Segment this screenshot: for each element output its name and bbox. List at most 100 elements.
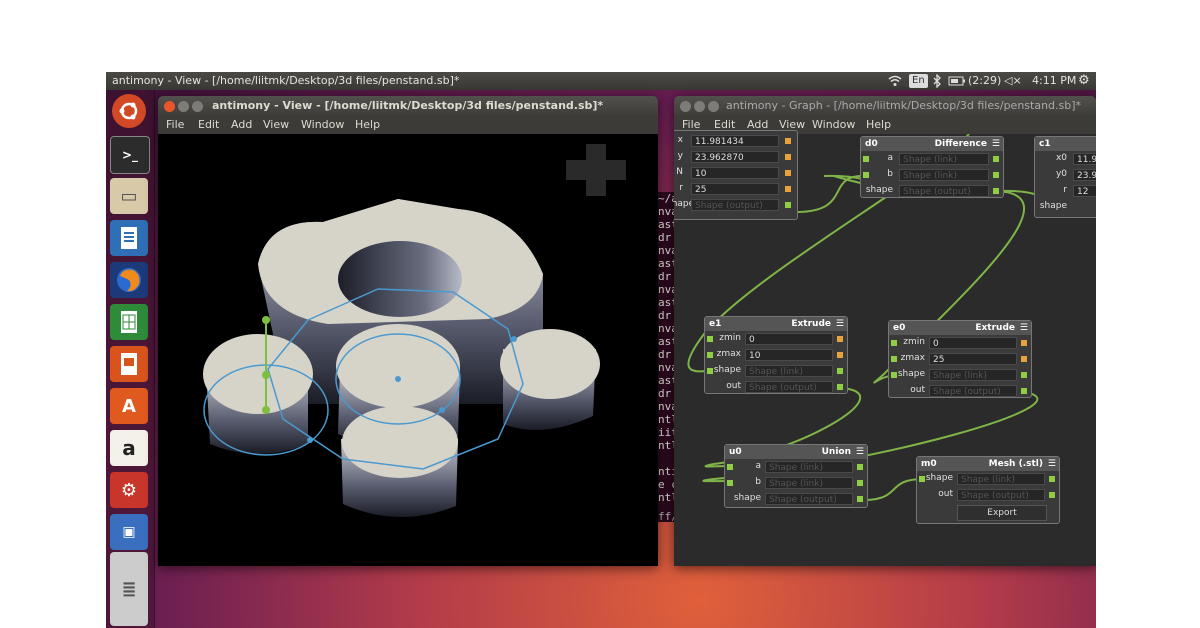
hamburger-menu-icon[interactable]: ☰ (856, 445, 864, 459)
maximize-icon[interactable] (708, 101, 719, 112)
output-port[interactable] (857, 496, 863, 502)
x-field[interactable]: 11.981434 (691, 135, 779, 147)
menu-help[interactable]: Help (866, 116, 891, 134)
zmin-field[interactable]: 0 (929, 337, 1017, 349)
node-header[interactable]: e1 Extrude ☰ (705, 317, 847, 331)
output-port[interactable] (837, 336, 843, 342)
node-header[interactable]: e0 Extrude ☰ (889, 321, 1031, 335)
output-port[interactable] (993, 172, 999, 178)
row-label: zmax (716, 349, 741, 359)
r-field[interactable]: 12 (1073, 185, 1096, 197)
zmax-field[interactable]: 25 (929, 353, 1017, 365)
output-port[interactable] (993, 188, 999, 194)
menu-window[interactable]: Window (301, 116, 344, 134)
volume-muted-icon[interactable]: ◁× (1004, 72, 1022, 90)
export-button[interactable]: Export (957, 505, 1047, 521)
row-label: zmin (719, 333, 741, 343)
close-icon[interactable] (680, 101, 691, 112)
amazon-icon[interactable]: a (110, 430, 148, 466)
battery-time[interactable]: (2:29) (968, 72, 1001, 90)
bluetooth-icon[interactable] (932, 72, 942, 90)
output-port[interactable] (993, 156, 999, 162)
hamburger-menu-icon[interactable]: ☰ (1020, 321, 1028, 335)
output-port[interactable] (785, 202, 791, 208)
node-header[interactable]: d0 Difference ☰ (861, 137, 1003, 151)
zmin-field[interactable]: 0 (745, 333, 833, 345)
node-circle[interactable]: c1 x0 11.9 y0 23.9 r 12 shape (1034, 136, 1096, 218)
node-extrude-e1[interactable]: e1 Extrude ☰ zmin 0 zmax 10 shape Shape … (704, 316, 848, 394)
view-window-titlebar[interactable]: antimony - View - [/home/liitmk/Desktop/… (158, 96, 658, 116)
menu-add[interactable]: Add (231, 116, 252, 134)
output-port[interactable] (1049, 476, 1055, 482)
terminal-icon[interactable]: >_ (110, 136, 150, 174)
wifi-icon[interactable] (888, 72, 902, 90)
node-header[interactable]: c1 (1035, 137, 1096, 151)
hamburger-menu-icon[interactable]: ☰ (992, 137, 1000, 151)
node-union[interactable]: u0 Union ☰ a Shape (link) b Shape (link) (724, 444, 868, 508)
clock[interactable]: 4:11 PM (1032, 72, 1076, 90)
node-mesh-export[interactable]: m0 Mesh (.stl) ☰ shape Shape (link) out … (916, 456, 1060, 524)
node-header[interactable]: u0 Union ☰ (725, 445, 867, 459)
ubuntu-dash-icon[interactable] (112, 94, 146, 128)
output-port[interactable] (1021, 356, 1027, 362)
row-label: out (938, 489, 953, 499)
node-point-row-r: r 25 (674, 181, 797, 197)
y0-field[interactable]: 23.9 (1073, 169, 1096, 181)
maximize-icon[interactable] (192, 101, 203, 112)
3d-viewport[interactable] (158, 134, 658, 566)
files-icon[interactable]: ▭ (110, 178, 148, 214)
y-field[interactable]: 23.962870 (691, 151, 779, 163)
x0-field[interactable]: 11.9 (1073, 153, 1096, 165)
input-port[interactable] (863, 156, 869, 162)
shape-link-field: Shape (link) (765, 461, 853, 473)
minimize-icon[interactable] (178, 101, 189, 112)
output-port[interactable] (837, 384, 843, 390)
firefox-icon[interactable] (110, 262, 148, 298)
node-extrude-e0[interactable]: e0 Extrude ☰ zmin 0 zmax 25 shape Shape … (888, 320, 1032, 398)
menu-help[interactable]: Help (355, 116, 380, 134)
output-port[interactable] (785, 186, 791, 192)
software-center-icon[interactable]: A (110, 388, 148, 424)
output-port[interactable] (785, 154, 791, 160)
r-field[interactable]: 25 (691, 183, 779, 195)
output-port[interactable] (1021, 372, 1027, 378)
menu-edit[interactable]: Edit (198, 116, 219, 134)
penstand-model[interactable] (203, 199, 600, 518)
output-port[interactable] (1021, 340, 1027, 346)
app-icon[interactable]: ▣ (110, 514, 148, 550)
hamburger-menu-icon[interactable]: ☰ (1048, 457, 1056, 471)
output-port[interactable] (1049, 492, 1055, 498)
writer-icon[interactable] (110, 220, 148, 256)
node-header[interactable]: m0 Mesh (.stl) ☰ (917, 457, 1059, 471)
workspace-switcher-icon[interactable]: ≣ (110, 552, 148, 626)
hamburger-menu-icon[interactable]: ☰ (836, 317, 844, 331)
impress-icon[interactable] (110, 346, 148, 382)
output-port[interactable] (857, 464, 863, 470)
row-label: shape (674, 199, 695, 209)
output-port[interactable] (857, 480, 863, 486)
graph-window-titlebar[interactable]: antimony - Graph - [/home/liitmk/Desktop… (674, 96, 1096, 116)
system-settings-icon[interactable]: ⚙ (110, 472, 148, 508)
zmax-field[interactable]: 10 (745, 349, 833, 361)
minimize-icon[interactable] (694, 101, 705, 112)
view-axis-gizmo[interactable] (566, 144, 626, 196)
menu-view[interactable]: View (263, 116, 289, 134)
output-port[interactable] (1021, 388, 1027, 394)
node-point[interactable]: x 11.981434 y 23.962870 N 10 r 25 hape S… (674, 130, 798, 220)
menu-window[interactable]: Window (812, 116, 855, 134)
close-icon[interactable] (164, 101, 175, 112)
output-port[interactable] (837, 352, 843, 358)
settings-gear-icon[interactable]: ⚙ (1078, 72, 1090, 90)
n-field[interactable]: 10 (691, 167, 779, 179)
output-port[interactable] (837, 368, 843, 374)
battery-icon[interactable] (948, 72, 966, 90)
output-port[interactable] (785, 170, 791, 176)
output-port[interactable] (785, 138, 791, 144)
node-graph-canvas[interactable]: x 11.981434 y 23.962870 N 10 r 25 hape S… (674, 130, 1096, 566)
row-label: a (887, 153, 893, 163)
node-difference[interactable]: d0 Difference ☰ a Shape (link) b Shape (… (860, 136, 1004, 198)
input-port[interactable] (863, 172, 869, 178)
calc-icon[interactable] (110, 304, 148, 340)
menu-file[interactable]: File (166, 116, 184, 134)
keyboard-layout-indicator[interactable]: En (909, 74, 928, 88)
